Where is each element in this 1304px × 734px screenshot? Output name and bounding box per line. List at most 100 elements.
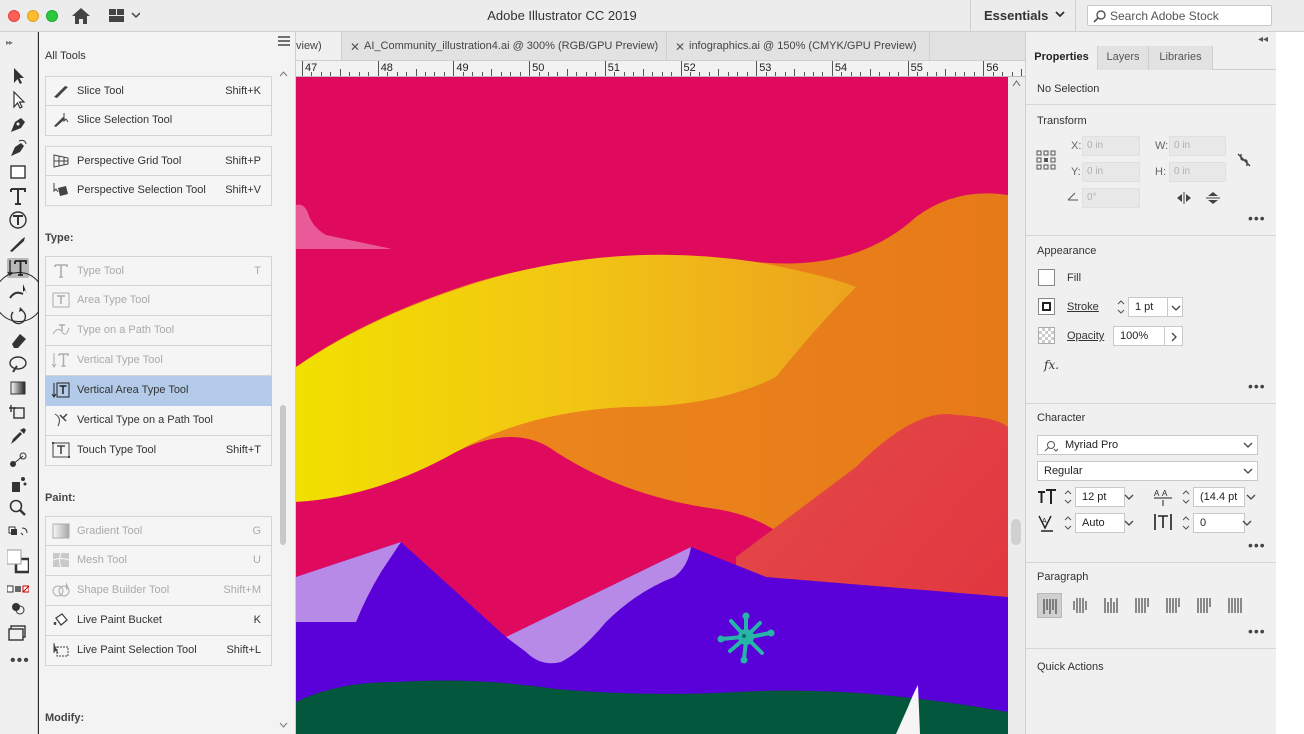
w-field[interactable]: 0 in	[1169, 136, 1226, 156]
warp-tool-icon[interactable]	[7, 354, 29, 374]
reference-point-icon[interactable]	[1036, 150, 1056, 170]
align-left-icon[interactable]	[1037, 593, 1062, 618]
constrain-proportions-icon[interactable]	[1236, 152, 1252, 168]
scroll-up-icon[interactable]	[1012, 79, 1021, 87]
tab-infographics[interactable]: ✕ infographics.ai @ 150% (CMYK/GPU Previ…	[667, 32, 930, 60]
kerning-field[interactable]: Auto	[1075, 513, 1125, 533]
tool-item-shape-builder[interactable]: Shape Builder Tool Shift+M	[45, 576, 272, 606]
font-size-field[interactable]: 12 pt	[1075, 487, 1125, 507]
workspace-switcher[interactable]: Essentials	[970, 0, 1076, 32]
direct-selection-tool-icon[interactable]	[7, 90, 29, 110]
stroke-swatch[interactable]	[1038, 298, 1055, 315]
more-options-icon[interactable]: •••	[1248, 623, 1266, 639]
tool-item-slice[interactable]: Slice Tool Shift+K	[45, 76, 272, 106]
stroke-stepper-icon[interactable]	[1116, 297, 1126, 317]
tool-item-live-paint-selection[interactable]: Live Paint Selection Tool Shift+L	[45, 636, 272, 666]
justify-last-right-icon[interactable]	[1192, 593, 1217, 618]
menu-icon[interactable]	[277, 35, 291, 47]
leading-stepper-icon[interactable]	[1181, 487, 1191, 507]
align-center-icon[interactable]	[1068, 593, 1093, 618]
tab-libraries[interactable]: Libraries	[1149, 46, 1213, 70]
chevron-down-icon[interactable]	[1246, 493, 1256, 501]
chevron-down-icon[interactable]	[1243, 441, 1253, 449]
drawer-scrollbar[interactable]	[278, 70, 288, 730]
stroke-weight-field[interactable]: 1 pt	[1128, 297, 1168, 317]
horizontal-ruler[interactable]: 47 48 49 50 51 52 53 54 55 56	[296, 61, 1025, 77]
selection-tool-icon[interactable]	[7, 66, 29, 86]
fill-swatch[interactable]	[1038, 269, 1055, 286]
panel-grip-icon[interactable]: ▸▸	[6, 38, 13, 47]
artboard-tool-icon[interactable]	[7, 402, 29, 422]
chevron-down-icon[interactable]	[1124, 519, 1134, 527]
drawing-modes-icon[interactable]	[7, 598, 29, 618]
tool-item-vertical-area-type[interactable]: Vertical Area Type Tool	[45, 376, 272, 406]
collapse-panel-icon[interactable]: ◂◂	[1258, 34, 1268, 45]
screen-mode-icon[interactable]	[7, 622, 29, 642]
align-right-icon[interactable]	[1099, 593, 1124, 618]
font-style-select[interactable]: Regular	[1037, 461, 1258, 481]
close-icon[interactable]: ✕	[675, 40, 685, 54]
zoom-tool-icon[interactable]	[7, 498, 29, 518]
scroll-thumb[interactable]	[1011, 519, 1021, 545]
fill-stroke-swatch[interactable]	[6, 548, 31, 576]
opacity-expand-button[interactable]	[1164, 326, 1183, 346]
h-field[interactable]: 0 in	[1169, 162, 1226, 182]
blend-tool-icon[interactable]	[7, 450, 29, 470]
artboard-canvas[interactable]	[296, 77, 1008, 734]
search-stock-field[interactable]	[1087, 5, 1272, 26]
tool-item-vertical-type-on-path[interactable]: Vertical Type on a Path Tool	[45, 406, 272, 436]
brush-tool-icon[interactable]	[7, 234, 29, 254]
eyedropper-tool-icon[interactable]	[7, 426, 29, 446]
font-size-stepper-icon[interactable]	[1063, 487, 1073, 507]
fx-icon[interactable]: fx.	[1044, 358, 1059, 372]
tracking-stepper-icon[interactable]	[1181, 513, 1191, 533]
tool-item-type-on-path[interactable]: Type on a Path Tool	[45, 316, 272, 346]
swap-fill-stroke-icon[interactable]	[7, 524, 29, 544]
more-tools-icon[interactable]: •••	[10, 652, 30, 670]
y-field[interactable]: 0 in	[1082, 162, 1140, 182]
color-mode-icons[interactable]	[6, 580, 30, 600]
area-type-tool-icon[interactable]	[7, 210, 29, 230]
tracking-field[interactable]: 0	[1193, 513, 1245, 533]
justify-last-center-icon[interactable]	[1161, 593, 1186, 618]
tab-layers[interactable]: Layers	[1098, 46, 1149, 70]
tool-item-gradient[interactable]: Gradient Tool G	[45, 516, 272, 546]
opacity-label[interactable]: Opacity	[1067, 330, 1104, 342]
more-options-icon[interactable]: •••	[1248, 210, 1266, 226]
more-options-icon[interactable]: •••	[1248, 378, 1266, 394]
tool-item-slice-selection[interactable]: Slice Selection Tool	[45, 106, 272, 136]
type-tool-icon[interactable]	[7, 186, 29, 206]
leading-field[interactable]: (14.4 pt	[1193, 487, 1245, 507]
tab-properties[interactable]: Properties	[1026, 46, 1098, 70]
close-icon[interactable]: ✕	[350, 40, 360, 54]
rectangle-tool-icon[interactable]	[7, 162, 29, 182]
kerning-stepper-icon[interactable]	[1063, 513, 1073, 533]
flip-vertical-icon[interactable]	[1206, 191, 1220, 205]
search-input[interactable]	[1110, 8, 1268, 23]
tool-item-touch-type[interactable]: Touch Type Tool Shift+T	[45, 436, 272, 466]
angle-field[interactable]: 0°	[1082, 188, 1140, 208]
scroll-down-icon[interactable]	[279, 722, 288, 729]
chevron-down-icon[interactable]	[1242, 519, 1252, 527]
tool-item-vertical-type[interactable]: Vertical Type Tool	[45, 346, 272, 376]
more-options-icon[interactable]: •••	[1248, 537, 1266, 553]
pen-tool-icon[interactable]	[7, 114, 29, 134]
eraser-tool-icon[interactable]	[7, 330, 29, 350]
tab-current-document[interactable]: view)	[296, 32, 342, 60]
flip-horizontal-icon[interactable]	[1176, 192, 1192, 204]
scroll-up-icon[interactable]	[279, 70, 288, 77]
stroke-dropdown[interactable]	[1167, 297, 1183, 317]
stroke-label[interactable]: Stroke	[1067, 301, 1099, 313]
curvature-tool-icon[interactable]	[7, 138, 29, 158]
chevron-down-icon[interactable]	[1124, 493, 1134, 501]
tool-item-type[interactable]: Type Tool T	[45, 256, 272, 286]
canvas-vertical-scrollbar[interactable]	[1008, 77, 1025, 734]
tool-item-perspective-selection[interactable]: Perspective Selection Tool Shift+V	[45, 176, 272, 206]
justify-last-left-icon[interactable]	[1130, 593, 1155, 618]
chevron-down-icon[interactable]	[1243, 467, 1253, 475]
tab-ai-community-illustration[interactable]: ✕ AI_Community_illustration4.ai @ 300% (…	[342, 32, 667, 60]
tool-item-area-type[interactable]: Area Type Tool	[45, 286, 272, 316]
opacity-field[interactable]: 100%	[1113, 326, 1165, 346]
font-family-select[interactable]: Myriad Pro	[1037, 435, 1258, 455]
scroll-thumb[interactable]	[280, 405, 286, 545]
